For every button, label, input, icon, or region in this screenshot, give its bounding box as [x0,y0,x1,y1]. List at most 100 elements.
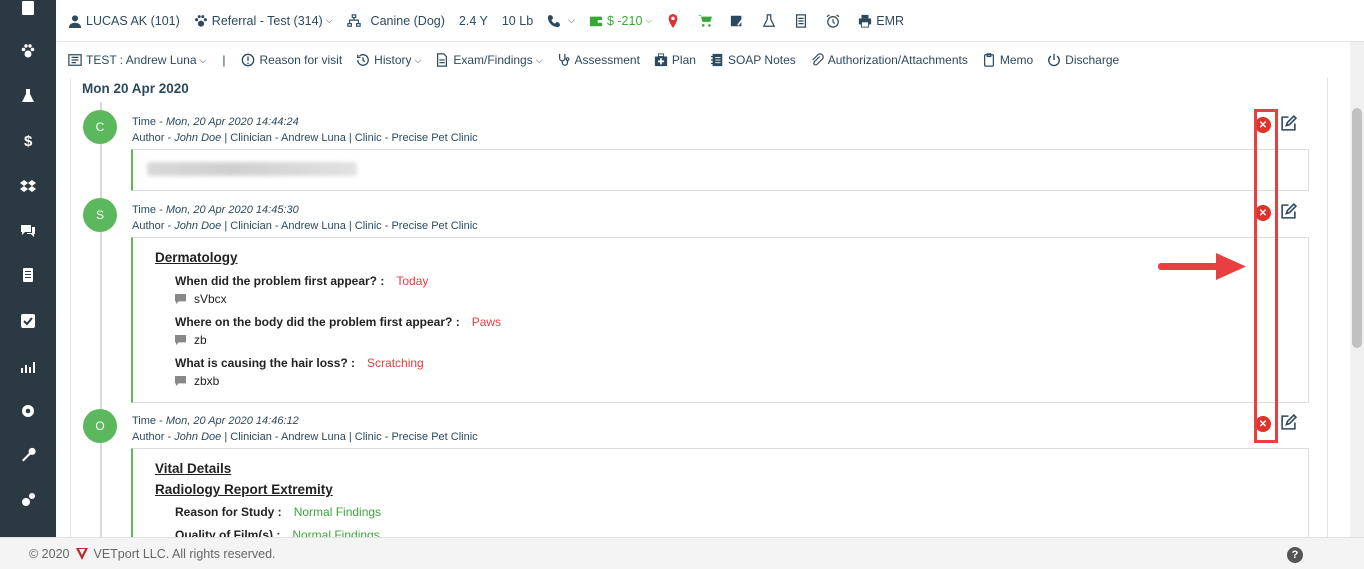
reminder-button[interactable] [826,13,844,28]
prescription-button[interactable] [730,14,748,28]
comment-icon [175,375,186,386]
document-list-icon[interactable] [0,263,56,287]
entry-author: Author - John Doe | Clinician - Andrew L… [132,220,478,232]
red-arrow-icon [1158,253,1246,280]
chevron-down-icon: ⌵ [535,54,543,65]
emr-print-button[interactable]: EMR [858,14,904,28]
sitemap-icon [346,13,361,27]
memo-button[interactable]: Memo [982,53,1033,67]
entry-time: Time - Mon, 20 Apr 2020 14:44:24 [132,116,299,128]
soap-notes-button[interactable]: SOAP Notes [710,53,796,67]
chevron-down-icon: ⌵ [325,15,333,25]
comment-row: zbxb [175,374,219,388]
notes-icon [796,13,807,28]
exclamation-circle-icon [242,53,255,67]
chevron-down-icon: ⌵ [645,15,653,25]
patient-header: LUCAS AK (101) Referral - Test (314) ⌵ Ca… [56,0,1364,42]
paw-icon[interactable] [0,39,56,63]
entry-panel: Vital Details Radiology Report Extremity… [131,448,1309,537]
blurred-reason-text [147,162,357,176]
printer-icon [859,14,872,28]
test-dropdown[interactable]: TEST : Andrew Luna ⌵ [68,53,206,67]
left-sidebar: $ [0,0,56,537]
species-info: Canine (Dog) [346,13,445,28]
svg-text:$: $ [24,133,33,148]
section-subtitle: Radiology Report Extremity [155,482,333,497]
edit-icon[interactable] [1280,114,1298,135]
power-icon [1048,53,1061,67]
phone-dropdown[interactable]: ⌵ [547,14,575,28]
prescription-icon [731,15,745,26]
question-row: What is causing the hair loss? : Scratchi… [175,356,424,370]
question-row: When did the problem first appear? : Toda… [175,274,429,288]
entry-author: Author - John Doe | Clinician - Andrew L… [132,132,478,144]
help-icon[interactable]: ? [1287,547,1303,563]
vertical-scrollbar[interactable] [1350,42,1364,537]
soap-timeline: Mon 20 Apr 2020 C Time - Mon, 20 Apr 202… [70,78,1328,537]
notes-button[interactable] [794,13,812,28]
comment-row: zb [175,333,207,347]
question-row: Reason for Study : Normal Findings [175,505,382,519]
flask-icon[interactable] [0,84,56,108]
wallet-icon [589,16,603,26]
entry-panel: Dermatology When did the problem first a… [131,237,1309,403]
highlight-box [1254,109,1278,443]
entry-author: Author - John Doe | Clinician - Andrew L… [132,431,478,443]
question-row: Where on the body did the problem first … [175,315,502,329]
edit-icon[interactable] [1280,413,1298,434]
date-heading: Mon 20 Apr 2020 [82,81,189,96]
soap-toolbar: TEST : Andrew Luna ⌵ | Reason for visit H… [56,42,1364,78]
newspaper-icon [68,54,82,66]
dollar-icon[interactable]: $ [0,128,56,152]
toolbar-separator: | [222,53,226,67]
paw-icon [194,14,207,27]
lab-button[interactable] [762,13,780,28]
timeline-line [100,102,102,537]
paperclip-icon [811,53,824,66]
discharge-button[interactable]: Discharge [1047,53,1119,67]
scrollbar-thumb[interactable] [1352,108,1362,348]
flask-icon [763,13,776,27]
question-row: Quality of Film(s) : Normal Findings [175,528,380,537]
analytics-icon[interactable] [0,354,56,378]
chevron-down-icon: ⌵ [199,54,207,65]
section-title: Dermatology [155,250,238,265]
entry-letter-badge: O [83,409,117,443]
plan-button[interactable]: Plan [654,53,696,67]
weight-info: 10 Lb [501,13,534,28]
gear-icon[interactable] [0,399,56,423]
patient-owner[interactable]: LUCAS AK (101) [68,14,180,28]
cart-icon [698,14,713,27]
section-title: Vital Details [155,461,232,476]
footer: © 2020 VETport LLC. All rights reserved. [0,537,1364,569]
comment-row: sVbcx [175,292,227,306]
exam-findings-dropdown[interactable]: Exam/Findings ⌵ [435,53,543,67]
cart-button[interactable] [698,14,716,28]
phone-icon [548,14,561,27]
dropbox-icon[interactable] [0,174,56,198]
alarm-clock-icon [826,13,840,28]
location-button[interactable] [666,13,684,28]
edit-icon[interactable] [1280,202,1298,223]
entry-panel [131,149,1309,191]
gears-icon[interactable] [0,488,56,512]
calendar-icon[interactable] [0,0,56,20]
history-dropdown[interactable]: History ⌵ [356,53,421,67]
entry-time: Time - Mon, 20 Apr 2020 14:46:12 [132,415,299,427]
balance-dropdown[interactable]: $ -210 ⌵ [589,14,652,28]
checkbox-icon[interactable] [0,309,56,333]
stethoscope-icon [558,53,569,66]
entry-letter-badge: C [83,110,117,144]
wrench-icon[interactable] [0,443,56,467]
referral-dropdown[interactable]: Referral - Test (314) ⌵ [194,14,333,28]
authorization-attachments-button[interactable]: Authorization/Attachments [810,53,968,67]
entry-letter-badge: S [83,198,117,232]
medkit-icon [654,53,668,67]
comment-icon [175,334,186,345]
reason-for-visit-button[interactable]: Reason for visit [241,53,342,67]
assessment-button[interactable]: Assessment [557,53,640,67]
vetport-logo-icon [75,547,88,560]
chat-icon[interactable] [0,218,56,242]
history-icon [357,54,370,66]
clipboard-icon [983,53,994,67]
